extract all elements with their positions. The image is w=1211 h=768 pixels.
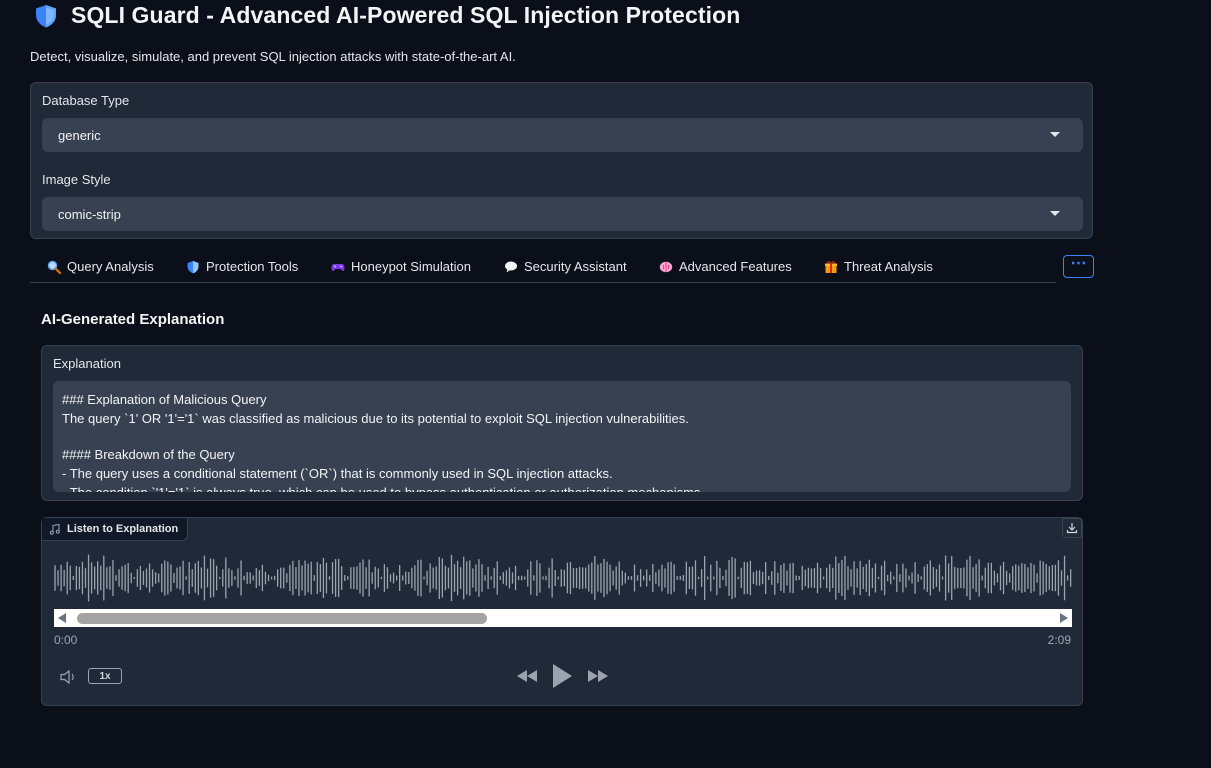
gamepad-icon	[331, 263, 345, 271]
speech-bubble-icon	[505, 261, 517, 272]
tab-label: Security Assistant	[524, 259, 627, 274]
download-icon	[1066, 523, 1078, 534]
explanation-label: Explanation	[53, 356, 121, 371]
tab-label: Advanced Features	[679, 259, 792, 274]
scroll-left-arrow[interactable]	[58, 613, 66, 623]
audio-label: Listen to Explanation	[42, 518, 189, 541]
settings-panel: Database Type generic Image Style comic-…	[30, 82, 1093, 239]
explanation-line: ### Explanation of Malicious Query	[62, 392, 267, 407]
explanation-line: - The query uses a conditional statement…	[62, 466, 613, 481]
scroll-right-arrow[interactable]	[1060, 613, 1068, 623]
explanation-line: #### Breakdown of the Query	[62, 447, 235, 462]
explanation-line	[62, 428, 1062, 445]
playback-speed-button[interactable]: 1x	[88, 668, 122, 684]
audio-label-text: Listen to Explanation	[67, 523, 179, 535]
chevron-down-icon	[1050, 211, 1060, 216]
page-subtitle: Detect, visualize, simulate, and prevent…	[30, 49, 516, 64]
tab-security-assistant[interactable]: Security Assistant	[504, 252, 627, 281]
tab-label: Threat Analysis	[844, 259, 933, 274]
database-type-dropdown[interactable]: generic	[42, 118, 1083, 152]
tab-advanced-features[interactable]: Advanced Features	[659, 252, 792, 281]
tab-bar: Query Analysis Protection Tools Honeypot…	[30, 252, 1056, 283]
waveform-scrollbar[interactable]	[54, 609, 1072, 627]
more-tabs-button[interactable]: ⋯	[1063, 255, 1094, 278]
tab-label: Query Analysis	[67, 259, 154, 274]
explanation-textarea[interactable]: ### Explanation of Malicious Query The q…	[53, 381, 1071, 492]
download-button[interactable]	[1062, 518, 1082, 538]
tab-protection-tools[interactable]: Protection Tools	[186, 252, 298, 281]
title-row: SQLI Guard - Advanced AI-Powered SQL Inj…	[33, 2, 740, 29]
tab-query-analysis[interactable]: Query Analysis	[47, 252, 154, 281]
explanation-panel: Explanation ### Explanation of Malicious…	[41, 345, 1083, 501]
music-note-icon	[49, 523, 60, 535]
volume-icon[interactable]	[59, 669, 79, 685]
section-heading: AI-Generated Explanation	[41, 311, 225, 328]
explanation-line: - The condition `'1'='1` is always true,…	[62, 483, 1062, 492]
shield-icon	[187, 260, 199, 273]
brain-icon	[659, 261, 673, 272]
duration: 2:09	[1047, 633, 1071, 647]
play-icon[interactable]	[551, 663, 573, 689]
fast-forward-icon[interactable]	[587, 668, 609, 684]
explanation-line: The query `1' OR '1'='1` was classified …	[62, 411, 689, 426]
tab-label: Honeypot Simulation	[351, 259, 471, 274]
page-title: SQLI Guard - Advanced AI-Powered SQL Inj…	[71, 2, 741, 28]
scroll-thumb[interactable]	[77, 613, 487, 624]
current-time: 0:00	[54, 633, 78, 647]
gift-icon	[825, 260, 837, 273]
image-style-label: Image Style	[42, 172, 111, 187]
rewind-icon[interactable]	[516, 668, 538, 684]
audio-player: Listen to Explanation 0:00 2:09 1x	[41, 517, 1083, 706]
tab-honeypot-simulation[interactable]: Honeypot Simulation	[331, 252, 471, 281]
tab-threat-analysis[interactable]: Threat Analysis	[824, 252, 933, 281]
shield-icon	[36, 4, 56, 27]
tab-label: Protection Tools	[206, 259, 299, 274]
audio-waveform[interactable]	[54, 550, 1072, 606]
chevron-down-icon	[1050, 132, 1060, 137]
database-type-value: generic	[58, 127, 101, 143]
database-type-label: Database Type	[42, 93, 130, 108]
magnifier-icon	[47, 260, 61, 274]
image-style-dropdown[interactable]: comic-strip	[42, 197, 1083, 231]
image-style-value: comic-strip	[58, 206, 121, 222]
